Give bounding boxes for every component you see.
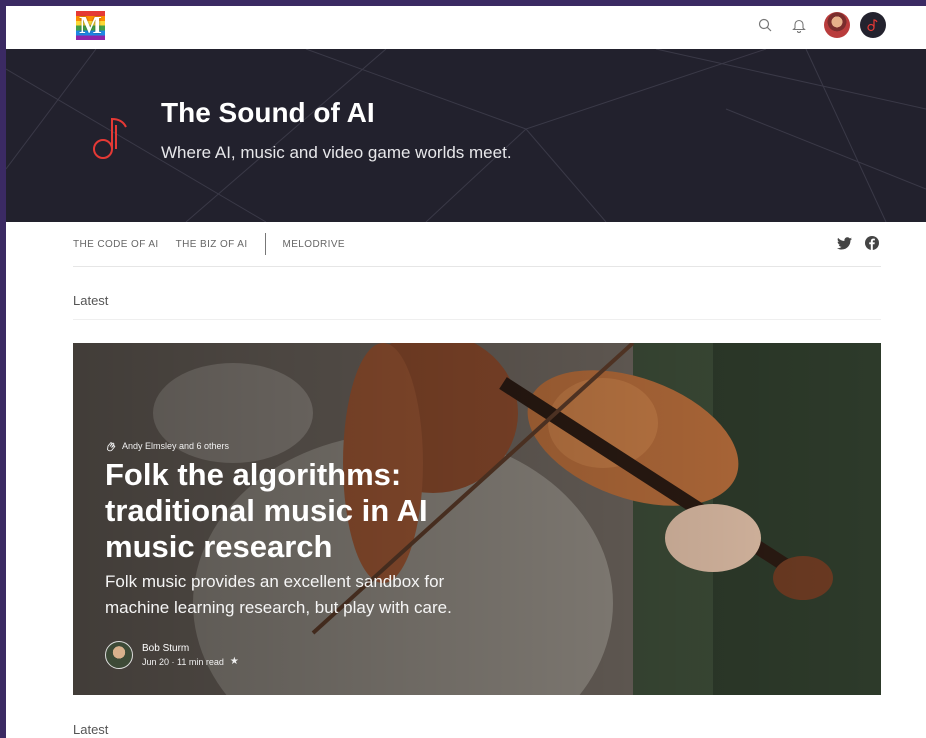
story-byline: Bob Sturm Jun 20 · 11 min read ★ (105, 641, 239, 669)
nav-divider (264, 233, 266, 255)
clap-icon (105, 440, 117, 452)
section-divider (73, 319, 881, 320)
facebook-icon[interactable] (863, 234, 881, 252)
recommended-text: Andy Elmsley and 6 others (122, 441, 230, 451)
section-label-latest-bottom: Latest (73, 722, 109, 737)
featured-story-subtitle: Folk music provides an excellent sandbox… (105, 572, 452, 617)
recommended-by: Andy Elmsley and 6 others (105, 440, 229, 452)
section-label-latest: Latest (73, 293, 109, 308)
nav-item-code-of-ai[interactable]: THE CODE OF AI (73, 239, 159, 250)
bell-icon[interactable] (788, 14, 810, 36)
publication-header: The Sound of AI Where AI, music and vide… (6, 49, 926, 222)
logo-letter: M (79, 12, 102, 39)
publication-avatar[interactable] (860, 12, 886, 38)
publication-nav: THE CODE OF AI THE BIZ OF AI MELODRIVE (73, 222, 881, 267)
story-meta: Jun 20 · 11 min read (142, 656, 224, 667)
medium-logo[interactable]: M (76, 11, 105, 40)
featured-story-card[interactable]: Andy Elmsley and 6 others Folk the algor… (73, 343, 881, 695)
nav-item-melodrive[interactable]: MELODRIVE (283, 239, 346, 250)
featured-story-title[interactable]: Folk the algorithms: traditional music i… (105, 457, 525, 565)
header-pattern (6, 49, 926, 222)
author-avatar[interactable] (105, 641, 133, 669)
user-avatar[interactable] (824, 12, 850, 38)
publication-tagline: Where AI, music and video game worlds me… (161, 143, 512, 162)
top-actions (742, 12, 886, 38)
nav-item-biz-of-ai[interactable]: THE BIZ OF AI (176, 239, 248, 250)
twitter-icon[interactable] (835, 234, 853, 252)
author-name[interactable]: Bob Sturm (142, 643, 239, 654)
publication-title: The Sound of AI (161, 97, 375, 128)
member-star-icon: ★ (229, 656, 239, 667)
top-bar: M (6, 6, 926, 49)
social-links (825, 234, 881, 252)
search-icon[interactable] (754, 14, 776, 36)
browser-page: M The Sound of AI Where AI, music and vi… (6, 6, 926, 738)
publication-logo-icon (93, 117, 127, 159)
